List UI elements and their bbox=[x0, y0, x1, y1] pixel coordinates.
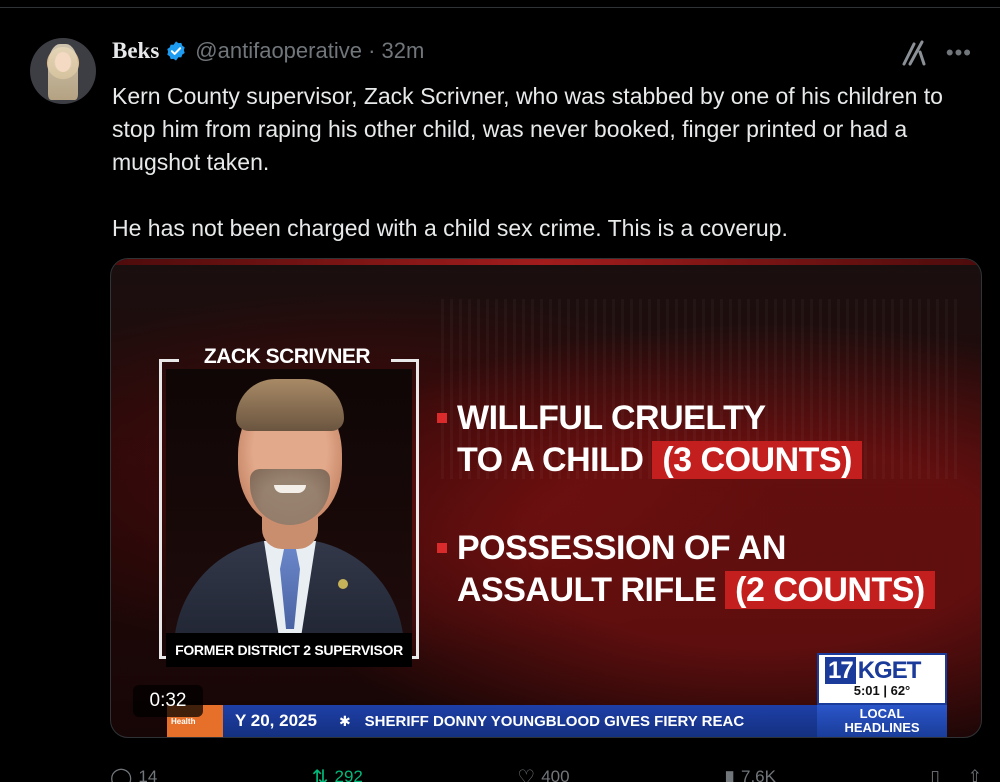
reply-icon: ◯ bbox=[110, 766, 133, 782]
grok-icon[interactable] bbox=[900, 38, 928, 68]
views-button[interactable]: ▮ 7.6K bbox=[724, 765, 776, 782]
charge1-line2-wrap: TO A CHILD (3 COUNTS) bbox=[457, 439, 862, 481]
charge2-line1: POSSESSION OF AN bbox=[457, 529, 786, 567]
time-temperature: 5:01 | 62° bbox=[853, 683, 911, 698]
charge1-line1: WILLFUL CRUELTY bbox=[457, 399, 766, 437]
charge2-line2: ASSAULT RIFLE bbox=[457, 571, 717, 609]
frame-title: ZACK SCRIVNER bbox=[203, 345, 371, 368]
portrait-hair bbox=[236, 379, 344, 431]
view-count: 7.6K bbox=[741, 767, 776, 782]
retweet-button[interactable]: ⇅ 292 bbox=[312, 765, 363, 782]
reply-button[interactable]: ◯ 14 bbox=[110, 765, 157, 782]
tweet-video[interactable]: ZACK SCRIVNER FORMER DISTRICT 2 SUPERVIS… bbox=[110, 258, 982, 738]
verified-badge-icon bbox=[167, 41, 186, 61]
kget-logo: 17 KGET 5:01 | 62° bbox=[817, 653, 947, 705]
charge-willful-cruelty: WILLFUL CRUELTY TO A CHILD (3 COUNTS) bbox=[437, 397, 862, 481]
charge-bullet-icon bbox=[437, 413, 447, 423]
tweet-text: Kern County supervisor, Zack Scrivner, w… bbox=[112, 83, 943, 241]
like-button[interactable]: ♡ 400 bbox=[517, 765, 569, 782]
retweet-count: 292 bbox=[334, 767, 363, 782]
retweet-icon: ⇅ bbox=[311, 766, 329, 782]
avatar-face bbox=[55, 52, 71, 72]
kget-call-letters: KGET bbox=[857, 657, 922, 684]
tweet-top-actions: ••• bbox=[900, 38, 972, 68]
charge1-count: (3 COUNTS) bbox=[652, 441, 862, 479]
charge1-line2: TO A CHILD bbox=[457, 441, 644, 479]
frame-corner-right bbox=[391, 359, 419, 362]
local-headlines-badge: LOCAL HEADLINES bbox=[817, 705, 947, 737]
charge2-line2-wrap: ASSAULT RIFLE (2 COUNTS) bbox=[457, 569, 935, 611]
portrait-smile bbox=[274, 485, 306, 493]
like-count: 400 bbox=[541, 767, 570, 782]
frame-corner-left bbox=[159, 359, 179, 362]
heart-icon: ♡ bbox=[517, 766, 536, 782]
tweet-action-bar: ◯ 14 ⇅ 292 ♡ 400 ▮ 7.6K ▯ ⇧ bbox=[110, 764, 982, 782]
author-name[interactable]: Beks bbox=[112, 38, 159, 64]
news-ticker: Health Y 20, 2025 ✱ SHERIFF DONNY YOUNGB… bbox=[167, 705, 817, 737]
tweet[interactable]: Beks @antifaoperative · 32m ••• Kern Cou… bbox=[0, 8, 1000, 782]
ticker-date: Y 20, 2025 bbox=[235, 711, 317, 730]
kget-brand: 17 KGET bbox=[825, 657, 922, 685]
more-options-icon[interactable]: ••• bbox=[946, 40, 972, 66]
charge-bullet-icon bbox=[437, 543, 447, 553]
tweet-header: Beks @antifaoperative · 32m bbox=[112, 36, 424, 66]
tweet-secondary-actions: ▯ ⇧ bbox=[930, 767, 982, 782]
top-divider bbox=[0, 0, 1000, 8]
charge-assault-rifle: POSSESSION OF AN ASSAULT RIFLE (2 COUNTS… bbox=[437, 527, 935, 611]
charge2-count: (2 COUNTS) bbox=[725, 571, 935, 609]
reply-count: 14 bbox=[138, 767, 158, 782]
video-top-stripe bbox=[111, 259, 981, 265]
kget-channel-number: 17 bbox=[825, 657, 856, 684]
portrait-lapel-pin bbox=[338, 579, 348, 589]
author-handle-time[interactable]: @antifaoperative · 32m bbox=[195, 38, 424, 64]
avatar[interactable] bbox=[30, 38, 96, 104]
bookmark-icon[interactable]: ▯ bbox=[930, 767, 939, 782]
portrait-caption: FORMER DISTRICT 2 SUPERVISOR bbox=[166, 633, 412, 667]
share-icon[interactable]: ⇧ bbox=[968, 767, 982, 782]
portrait-photo bbox=[166, 369, 412, 639]
local-line1: LOCAL bbox=[859, 706, 905, 721]
peacock-icon: ✱ bbox=[338, 712, 351, 729]
views-chart-icon: ▮ bbox=[723, 766, 735, 782]
ticker-headline: SHERIFF DONNY YOUNGBLOOD GIVES FIERY REA… bbox=[364, 712, 745, 730]
video-timestamp: 0:32 bbox=[133, 685, 203, 717]
local-line2: HEADLINES bbox=[844, 720, 920, 735]
